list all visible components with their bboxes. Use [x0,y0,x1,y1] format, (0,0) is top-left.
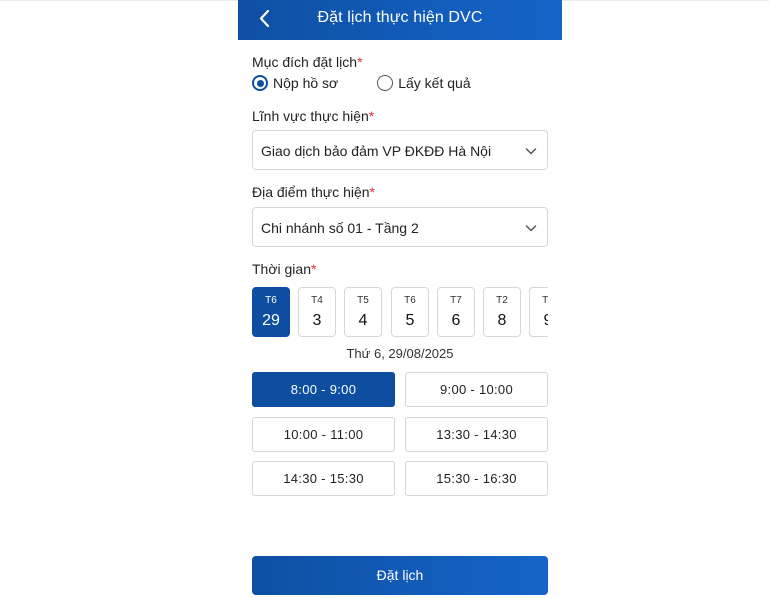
time-slot-button[interactable]: 10:00 - 11:00 [252,417,395,452]
chevron-down-icon [525,225,537,232]
time-slot-button[interactable]: 8:00 - 9:00 [252,372,395,407]
date-option[interactable]: T6 29 [252,287,290,337]
field-label-text: Lĩnh vực thực hiện [252,108,369,124]
location-select-value: Chi nhánh số 01 - Tầng 2 [261,220,419,236]
radio-submit-dossier[interactable]: Nộp hồ sơ [252,75,338,91]
date-day: 8 [497,312,507,329]
required-mark: * [369,184,375,200]
date-day: 4 [358,312,368,329]
mobile-screen: Đặt lịch thực hiện DVC Mục đích đặt lịch… [238,0,562,598]
date-weekday: T2 [496,295,508,306]
location-select[interactable]: Chi nhánh số 01 - Tầng 2 [252,207,548,247]
required-mark: * [357,54,363,70]
location-label-text: Địa điểm thực hiện [252,184,370,200]
page-title: Đặt lịch thực hiện DVC [317,9,483,26]
date-day: 29 [262,312,280,329]
date-weekday: T4 [311,295,323,306]
time-label-text: Thời gian [252,261,311,277]
time-slot-button[interactable]: 14:30 - 15:30 [252,461,395,496]
date-day: 9 [530,312,548,330]
selected-date-text: Thứ 6, 29/08/2025 [346,346,454,361]
purpose-label-text: Mục đích đặt lịch [252,54,358,70]
chevron-down-icon [525,148,537,155]
field-label: Lĩnh vực thực hiện* [252,108,374,124]
date-day: 3 [312,312,322,329]
time-label: Thời gian* [252,261,316,277]
date-weekday: T3 [542,295,548,306]
field-select-value: Giao dịch bảo đảm VP ĐKĐĐ Hà Nội [261,143,492,159]
radio-label: Nộp hồ sơ [273,75,339,91]
date-option[interactable]: T7 6 [437,287,475,337]
field-select[interactable]: Giao dịch bảo đảm VP ĐKĐĐ Hà Nội [252,130,548,170]
date-day: 5 [405,312,415,329]
date-option[interactable]: T3 9 [529,287,548,337]
date-option[interactable]: T4 3 [298,287,336,337]
date-weekday: T7 [450,295,462,306]
location-label: Địa điểm thực hiện* [252,184,375,200]
time-slot-button[interactable]: 13:30 - 14:30 [405,417,548,452]
radio-checked-icon [252,75,268,91]
date-picker-strip[interactable]: T6 29 T4 3 T5 4 T6 5 T7 6 T2 8 T [252,287,548,339]
date-option[interactable]: T5 4 [344,287,382,337]
radio-label: Lấy kết quả [398,75,471,91]
radio-get-result[interactable]: Lấy kết quả [377,75,471,91]
radio-unchecked-icon [377,75,394,91]
purpose-radio-group: Nộp hồ sơ Lấy kết quả [252,75,471,91]
purpose-label: Mục đích đặt lịch* [252,54,363,70]
time-slot-button[interactable]: 15:30 - 16:30 [405,461,548,496]
date-weekday: T6 [265,295,277,306]
book-appointment-button[interactable]: Đặt lịch [252,556,548,595]
required-mark: * [368,108,375,124]
time-slot-button[interactable]: 9:00 - 10:00 [405,372,548,407]
date-option[interactable]: T6 5 [391,287,429,337]
required-mark: * [311,261,317,277]
date-option[interactable]: T2 8 [483,287,521,337]
date-day: 6 [451,312,461,329]
date-weekday: T6 [404,295,416,306]
date-weekday: T5 [357,295,369,306]
app-header: Đặt lịch thực hiện DVC [238,0,562,40]
